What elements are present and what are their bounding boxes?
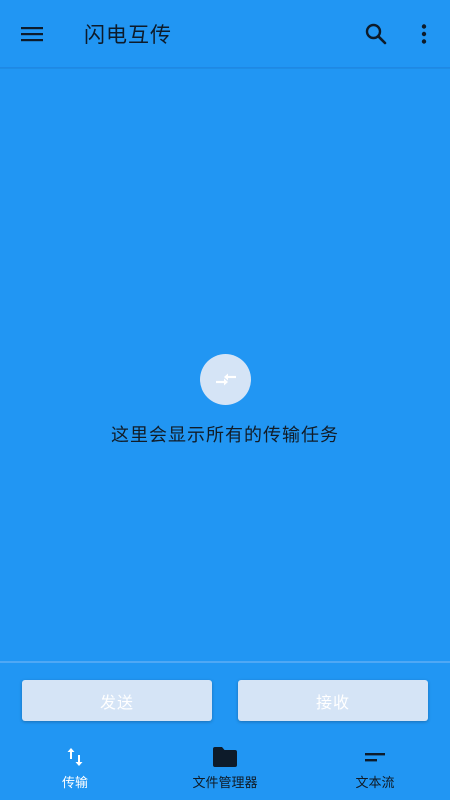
search-icon	[365, 23, 387, 45]
empty-state-icon-circle	[200, 354, 251, 405]
swap-horizontal-icon	[215, 373, 236, 385]
search-button[interactable]	[356, 14, 396, 54]
nav-item-text-flow[interactable]: 文本流	[340, 744, 410, 796]
nav-item-transfer[interactable]: 传输	[40, 744, 110, 796]
empty-state-message: 这里会显示所有的传输任务	[111, 425, 339, 446]
nav-label-file-manager: 文件管理器	[192, 776, 258, 791]
swap-vertical-icon	[67, 748, 83, 766]
folder-icon	[213, 747, 237, 767]
app-bar: 闪电互传	[0, 0, 450, 68]
menu-icon	[21, 27, 43, 42]
app-root: 闪电互传 这里会显示所有的传输任务 发送 接收 传输 文件管理器 文本流	[0, 0, 450, 800]
send-button[interactable]: 发送	[22, 680, 212, 721]
nav-label-transfer: 传输	[61, 776, 88, 791]
menu-button[interactable]	[12, 14, 52, 54]
nav-item-file-manager[interactable]: 文件管理器	[175, 744, 275, 796]
receive-button[interactable]: 接收	[238, 680, 428, 721]
short-text-icon	[365, 753, 385, 762]
divider	[0, 661, 450, 663]
more-options-button[interactable]	[404, 14, 444, 54]
app-title: 闪电互传	[84, 23, 172, 47]
nav-label-text-flow: 文本流	[355, 776, 395, 791]
more-vertical-icon	[421, 24, 427, 44]
